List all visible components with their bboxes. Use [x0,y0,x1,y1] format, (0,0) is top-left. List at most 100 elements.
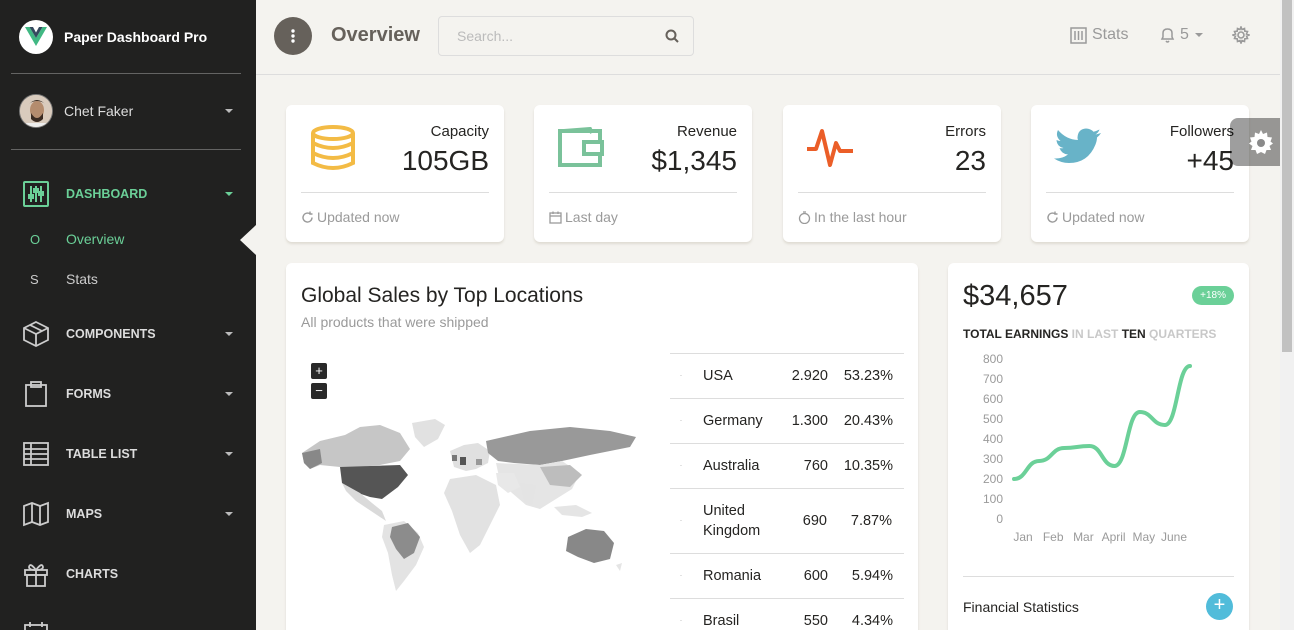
stat-footer: Updated now [1046,209,1145,225]
stat-value: 105GB [401,145,489,176]
refresh-icon [301,211,314,224]
stats-label: Stats [1092,26,1129,43]
stat-card-followers: Followers +45 Updated now [1031,105,1249,242]
divider [963,576,1234,577]
country-name: USA [703,368,733,384]
sales-value: 600 [803,568,828,584]
y-tick-label: 400 [983,432,1003,446]
sidebar-item-label: MAPS [66,507,103,521]
flag-icon: · [680,618,682,624]
chevron-down-icon [225,512,233,516]
table-row: · United Kingdom 690 7.87% [670,488,904,553]
table-row: · Romania 600 5.94% [670,553,904,598]
stats-link[interactable]: Stats [1070,26,1128,44]
clipboard-icon [22,380,50,408]
notifications-dropdown[interactable]: 5 [1160,26,1203,44]
y-tick-label: 500 [983,412,1003,426]
settings-button[interactable] [1232,26,1250,44]
sidebar-subitem-overview[interactable]: O Overview [30,231,124,247]
notification-count: 5 [1180,26,1189,43]
sales-value: 760 [803,458,828,474]
more-vertical-icon [291,29,295,43]
user-menu[interactable]: Chet Faker [19,94,233,128]
chevron-down-icon [225,452,233,456]
table-row: · Australia 760 10.35% [670,443,904,488]
search-icon[interactable] [665,29,679,48]
country-name: Romania [703,568,762,584]
x-tick-label: Feb [1043,530,1064,544]
divider [1046,192,1234,193]
sales-percent: 7.87% [850,513,892,529]
x-tick-label: April [1102,530,1126,544]
flag-icon: · [680,518,682,524]
gear-icon [1249,130,1273,154]
sidebar-divider [11,73,241,74]
sales-value: 1.300 [791,413,828,429]
stat-label: Revenue [676,123,737,140]
table-row: · Germany 1.300 20.43% [670,398,904,443]
y-tick-label: 600 [983,392,1003,406]
refresh-icon [1046,211,1059,224]
chevron-down-icon [225,109,233,113]
chevron-down-icon [1194,33,1203,37]
calendar-icon [549,211,562,224]
card-title: Global Sales by Top Locations [301,284,584,307]
database-icon [308,123,358,173]
sales-map-card: Global Sales by Top Locations All produc… [286,263,918,630]
divider [549,192,737,193]
scrollbar[interactable] [1280,0,1294,630]
twitter-icon [1053,123,1103,173]
y-tick-label: 800 [983,352,1003,366]
world-map[interactable] [300,413,642,593]
earnings-amount: $34,657 [963,280,1068,312]
country-name: Brasil [703,613,740,629]
sidebar-item-label: FORMS [66,387,112,401]
zoom-in-button[interactable]: + [311,363,327,379]
stat-value: 23 [954,145,986,176]
flag-icon: · [680,373,682,379]
timer-icon [798,210,811,224]
brand[interactable]: Paper Dashboard Pro [19,20,207,54]
table-row: · USA 2.920 53.23% [670,353,904,398]
sidebar-item-label: COMPONENTS [66,327,156,341]
add-button[interactable]: + [1206,593,1233,620]
sidebar-item-maps[interactable]: MAPS [22,499,233,529]
sidebar-divider [11,149,241,150]
sidebar-item-forms[interactable]: FORMS [22,379,233,409]
sidebar-item-charts[interactable]: CHARTS [22,559,233,589]
divider [301,192,489,193]
sidebar-item-calendar[interactable] [22,619,233,630]
country-name: Germany [703,413,763,429]
flag-icon: · [680,418,682,424]
sidebar-item-dashboard[interactable]: DASHBOARD [22,179,233,209]
subitem-abbr: O [30,231,41,247]
stat-footer-text: Last day [565,209,618,225]
stat-footer: In the last hour [798,209,907,225]
subitem-label: Stats [66,271,98,287]
sales-value: 550 [803,613,828,629]
chevron-down-icon [225,392,233,396]
earnings-caption: TOTAL EARNINGS IN LAST TEN QUARTERS [963,327,1216,341]
x-tick-label: Mar [1073,530,1094,544]
avatar [19,94,53,128]
sidebar-item-components[interactable]: COMPONENTS [22,319,233,349]
stat-footer: Last day [549,209,618,225]
zoom-out-button[interactable]: − [311,383,327,399]
sales-percent: 20.43% [843,413,893,429]
country-name: Australia [703,458,760,474]
caption-part: TEN [1121,327,1146,341]
search-input[interactable] [439,17,649,55]
active-indicator [240,225,256,255]
locations-table: · USA 2.920 53.23% · Germany 1.300 20.43… [670,353,904,630]
chevron-down-icon [225,192,233,196]
sidebar-item-table-list[interactable]: TABLE LIST [22,439,233,469]
user-name: Chet Faker [64,103,134,119]
scrollbar-thumb[interactable] [1282,0,1292,352]
country-name: United Kingdom [703,503,761,539]
subitem-abbr: S [30,271,39,287]
sidebar: Paper Dashboard Pro Chet Faker DASHBOARD… [0,0,256,630]
page-title: Overview [331,24,420,46]
sidebar-item-label: DASHBOARD [66,187,148,201]
minimize-sidebar-button[interactable] [274,17,312,55]
sidebar-subitem-stats[interactable]: S Stats [30,271,98,287]
